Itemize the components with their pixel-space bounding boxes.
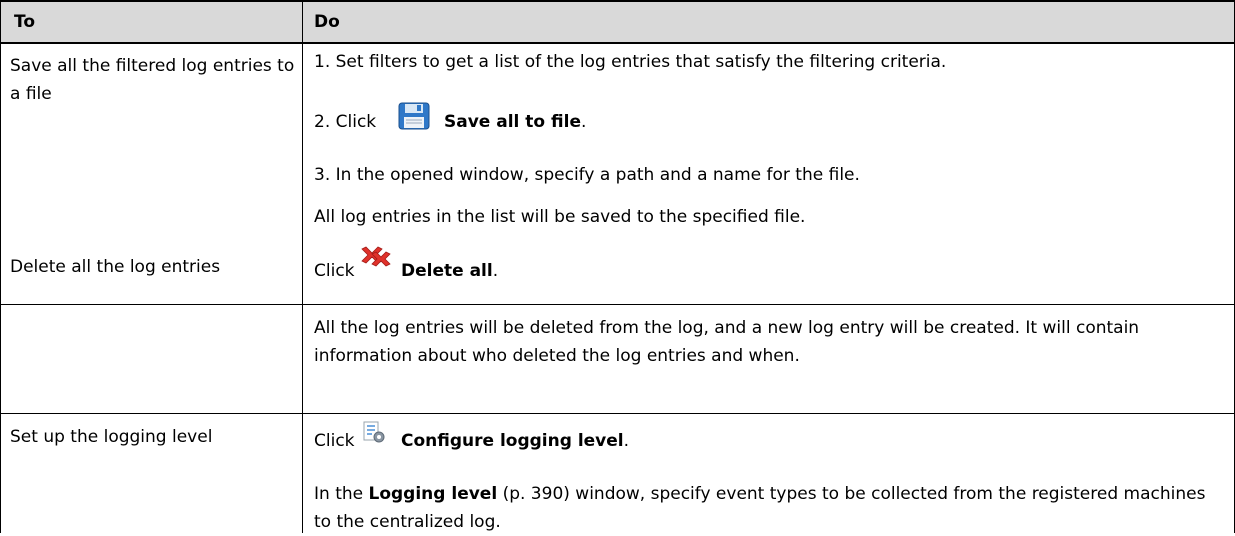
row1-step2: 2. Click xyxy=(314,109,376,135)
row1-note: All log entries in the list will be save… xyxy=(314,207,806,227)
row3-note: In the Logging level (p. 390) window, sp… xyxy=(314,480,1214,536)
header-to: To xyxy=(14,12,36,32)
row-divider xyxy=(1,304,1234,305)
column-divider xyxy=(302,2,303,533)
header-do: Do xyxy=(314,12,340,32)
row2-period: . xyxy=(492,261,499,281)
row3-period: . xyxy=(623,431,630,451)
configure-logging-icon[interactable] xyxy=(360,421,388,445)
logging-level-link[interactable]: Logging level xyxy=(369,484,498,504)
row3-to: Set up the logging level xyxy=(10,427,213,447)
table-header: To Do xyxy=(1,2,1234,44)
delete-all-icon[interactable] xyxy=(360,245,392,269)
row1-step3: 3. In the opened window, specify a path … xyxy=(314,165,860,185)
row1-to: Save all the filtered log entries to a f… xyxy=(10,56,295,104)
row2-to: Delete all the log entries xyxy=(10,257,221,277)
save-all-to-file-label[interactable]: Save all to file xyxy=(444,112,581,132)
row2-click: Click xyxy=(314,261,355,281)
row1-step2-action-wrap: Save all to file. xyxy=(444,109,586,135)
row1-step2-period: . xyxy=(580,112,587,132)
row3-action-wrap: Configure logging level. xyxy=(401,428,629,454)
row2-action-wrap: Delete all. xyxy=(401,258,498,284)
row2-note: All the log entries will be deleted from… xyxy=(314,318,1140,366)
save-icon[interactable] xyxy=(397,101,431,131)
row3-click: Click xyxy=(314,431,355,451)
row1-step1: 1. Set filters to get a list of the log … xyxy=(314,52,947,72)
row1-step2-click: 2. Click xyxy=(314,112,377,132)
delete-all-label[interactable]: Delete all xyxy=(401,261,493,281)
row3-note-prefix: In the xyxy=(314,484,369,504)
configure-logging-level-label[interactable]: Configure logging level xyxy=(401,431,624,451)
row-divider xyxy=(1,413,1234,414)
actions-table: To Do Save all the filtered log entries … xyxy=(0,0,1235,533)
